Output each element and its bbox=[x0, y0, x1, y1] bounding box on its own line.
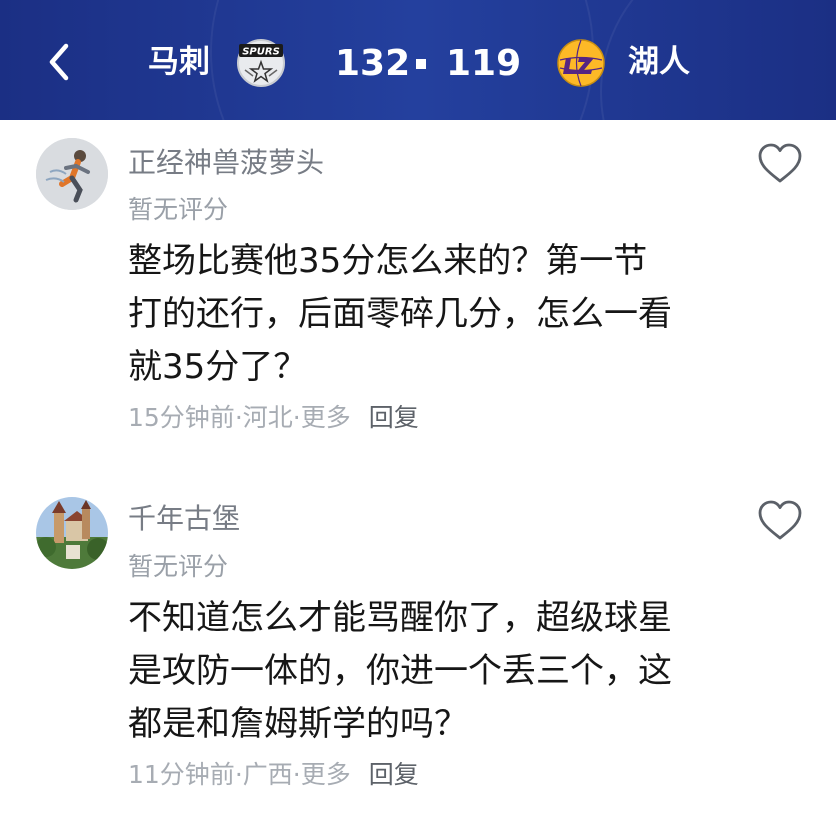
castle-avatar-image bbox=[36, 497, 108, 569]
meta-separator: · bbox=[234, 760, 243, 789]
comment-rating: 暂无评分 bbox=[128, 195, 229, 224]
comment-location: 广西 bbox=[242, 760, 293, 789]
comment-item: 千年古堡 暂无评分 不知道怎么才能骂醒你了，超级球星 是攻防一体的，你进一个丢三… bbox=[0, 476, 836, 817]
lakers-logo-icon[interactable] bbox=[556, 38, 606, 88]
spurs-logo-text: SPURS bbox=[242, 47, 280, 58]
comment-line: 是攻防一体的，你进一个丢三个，这 bbox=[128, 651, 672, 691]
comment-line: 就35分了？ bbox=[128, 347, 308, 387]
runner-avatar-image bbox=[36, 138, 108, 210]
comment-line: 整场比赛他35分怎么来的？第一节 bbox=[128, 241, 648, 281]
comment-rating: 暂无评分 bbox=[128, 552, 229, 581]
comment-line: 不知道怎么才能骂醒你了，超级球星 bbox=[128, 598, 672, 638]
comment-body: 不知道怎么才能骂醒你了，超级球星 是攻防一体的，你进一个丢三个，这 都是和詹姆斯… bbox=[128, 592, 748, 751]
comment-item: 正经神兽菠萝头 暂无评分 整场比赛他35分怎么来的？第一节 打的还行，后面零碎几… bbox=[0, 120, 836, 480]
home-score: 132 bbox=[335, 43, 411, 84]
user-avatar[interactable] bbox=[36, 138, 108, 210]
comment-body: 整场比赛他35分怎么来的？第一节 打的还行，后面零碎几分，怎么一看 就35分了？ bbox=[128, 235, 748, 394]
reply-button[interactable]: 回复 bbox=[369, 759, 419, 791]
heart-outline-icon[interactable] bbox=[757, 499, 803, 541]
score-separator bbox=[416, 59, 426, 69]
comment-location: 河北 bbox=[242, 403, 293, 432]
comment-time: 11分钟前 bbox=[128, 760, 235, 789]
spurs-logo-icon[interactable]: SPURS bbox=[236, 38, 286, 88]
game-header: 马刺 SPURS 132 119 湖人 bbox=[0, 0, 836, 120]
more-button[interactable]: 更多 bbox=[301, 759, 351, 791]
more-button[interactable]: 更多 bbox=[301, 402, 351, 434]
comment-meta: 11分钟前 · 广西 · 更多 回复 bbox=[128, 759, 419, 791]
comment-time: 15分钟前 bbox=[128, 403, 235, 432]
meta-separator: · bbox=[234, 403, 243, 432]
heart-outline-icon[interactable] bbox=[757, 142, 803, 184]
comment-meta: 15分钟前 · 河北 · 更多 回复 bbox=[128, 402, 419, 434]
away-team-name[interactable]: 湖人 bbox=[628, 42, 690, 82]
meta-separator: · bbox=[292, 760, 301, 789]
meta-separator: · bbox=[292, 403, 301, 432]
away-score: 119 bbox=[446, 43, 522, 84]
user-avatar[interactable] bbox=[36, 497, 108, 569]
back-button[interactable] bbox=[44, 40, 74, 84]
comment-line: 打的还行，后面零碎几分，怎么一看 bbox=[128, 294, 672, 334]
comment-username[interactable]: 千年古堡 bbox=[128, 501, 240, 537]
comment-line: 都是和詹姆斯学的吗？ bbox=[128, 704, 468, 744]
chevron-left-icon bbox=[49, 43, 69, 81]
comment-username[interactable]: 正经神兽菠萝头 bbox=[128, 145, 324, 181]
home-team-name[interactable]: 马刺 bbox=[148, 42, 210, 82]
reply-button[interactable]: 回复 bbox=[369, 402, 419, 434]
